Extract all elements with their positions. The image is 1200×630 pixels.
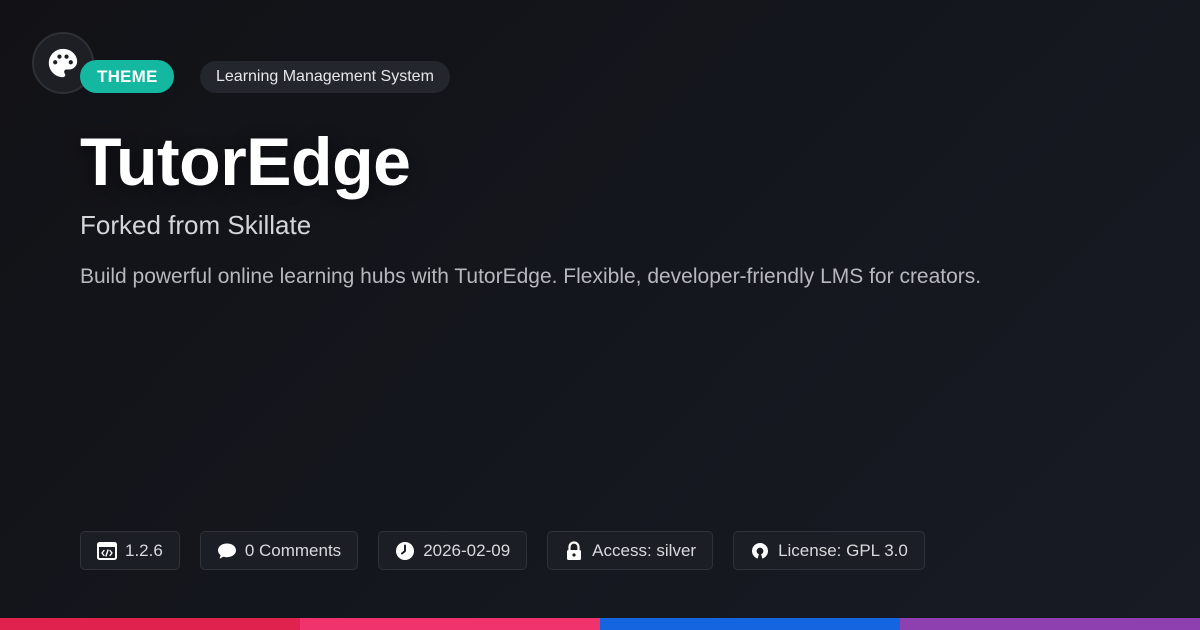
comments-text: 0 Comments	[244, 540, 342, 560]
date-chip: 2026-02-09	[378, 531, 528, 570]
palette-icon	[48, 48, 78, 78]
accent-bar-segment	[300, 618, 600, 630]
page-description: Build powerful online learning hubs with…	[80, 265, 982, 288]
version-text: 1.2.6	[125, 540, 163, 560]
license-text: License: GPL 3.0	[778, 540, 908, 560]
date-text: 2026-02-09	[423, 540, 511, 560]
lock-icon	[564, 540, 584, 561]
accent-bar-segment	[900, 618, 1200, 630]
accent-bar-segment	[600, 618, 900, 630]
page-title: TutorEdge	[80, 124, 411, 200]
accent-bar-segment	[0, 618, 300, 630]
page-subtitle: Forked from Skillate	[80, 210, 312, 240]
open-source-icon	[750, 541, 770, 561]
category-tag[interactable]: Learning Management System	[200, 61, 450, 93]
access-chip: Access: silver	[547, 531, 714, 570]
comments-chip[interactable]: 0 Comments	[199, 531, 359, 570]
clock-icon	[395, 541, 415, 561]
meta-row: 1.2.6 0 Comments 2026-02-09 Access: silv…	[80, 531, 925, 570]
comment-icon	[217, 541, 237, 561]
license-chip: License: GPL 3.0	[733, 531, 925, 570]
theme-badge: THEME	[80, 60, 174, 93]
access-text: Access: silver	[592, 540, 697, 560]
code-icon	[97, 541, 117, 561]
accent-bar	[0, 618, 1200, 630]
version-chip: 1.2.6	[80, 531, 180, 570]
